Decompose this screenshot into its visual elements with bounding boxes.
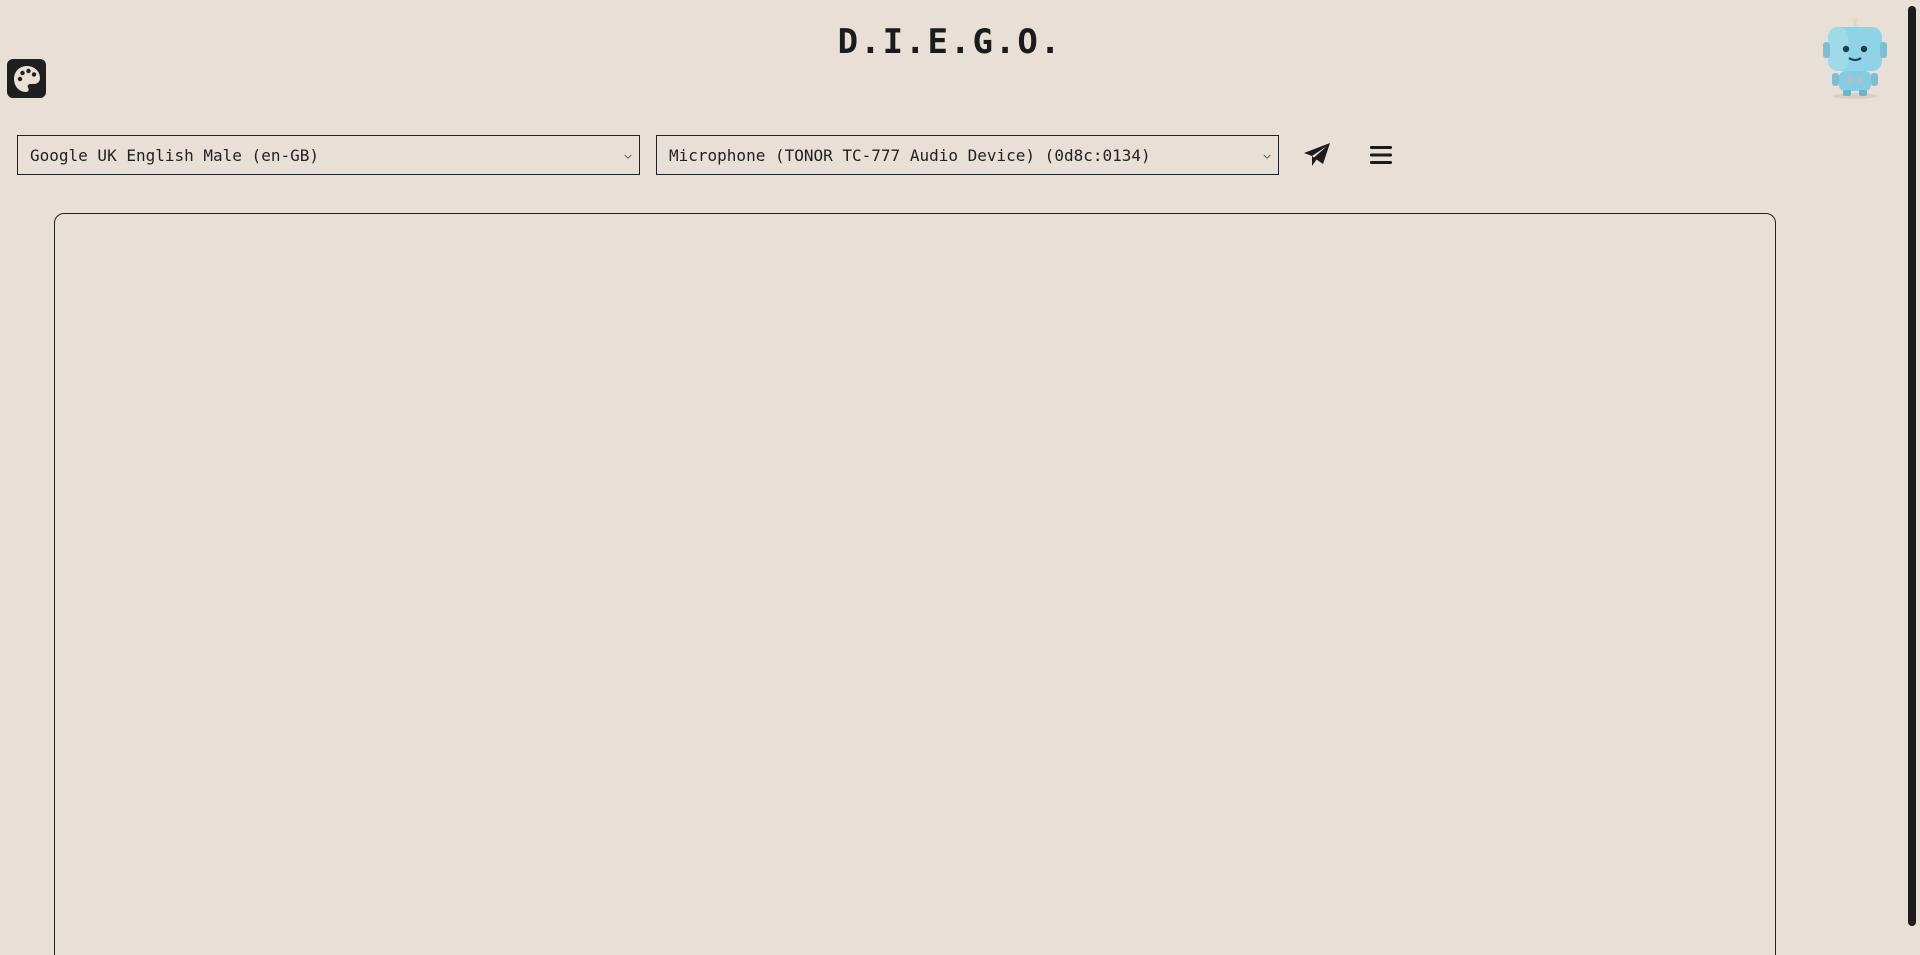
page-title: D.I.E.G.O. [837,22,1063,62]
voice-select-wrapper: Google UK English Male (en-GB) ⌵ [17,135,640,175]
paper-plane-icon [1304,143,1330,166]
toolbar: Google UK English Male (en-GB) ⌵ Microph… [17,135,1401,175]
mic-select-wrapper: Microphone (TONOR TC-777 Audio Device) (… [656,135,1279,175]
conversation-panel [54,213,1776,955]
send-button[interactable] [1297,135,1337,175]
palette-icon [13,65,40,92]
robot-avatar [1818,12,1892,100]
page-scrollbar[interactable] [1908,6,1916,926]
app-root: D.I.E.G.O. Google UK English Male (en-GB… [0,0,1920,955]
voice-select-value: Google UK English Male (en-GB) [30,145,319,165]
theme-palette-button[interactable] [7,59,46,98]
robot-icon [1823,17,1887,99]
menu-button[interactable] [1361,135,1401,175]
hamburger-menu-icon [1370,146,1392,164]
voice-select[interactable]: Google UK English Male (en-GB) [17,135,640,175]
microphone-select-value: Microphone (TONOR TC-777 Audio Device) (… [669,145,1151,165]
microphone-select[interactable]: Microphone (TONOR TC-777 Audio Device) (… [656,135,1279,175]
